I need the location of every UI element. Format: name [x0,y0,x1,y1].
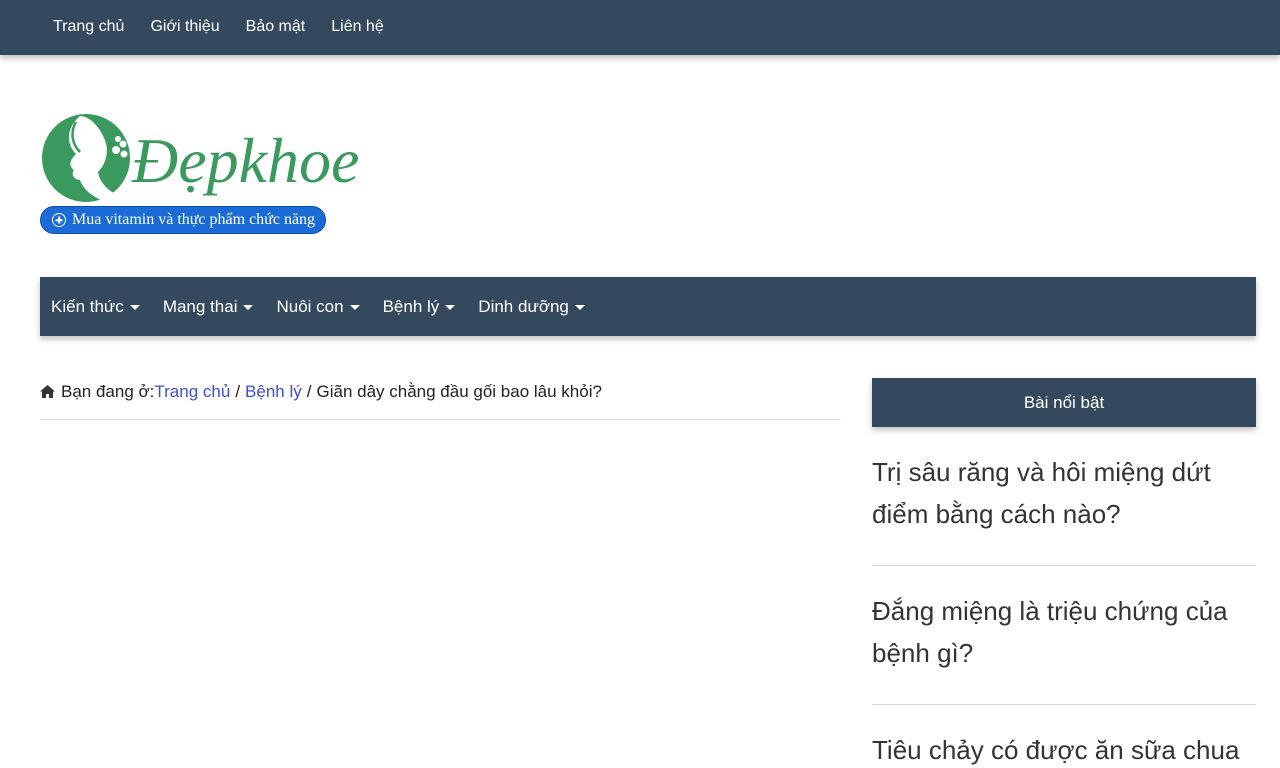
top-menu-contact[interactable]: Liên hệ [318,0,397,56]
nav-pregnancy-label: Mang thai [162,296,238,316]
shop-vitamin-button[interactable]: Mua vitamin và thực phẩm chức năng [40,206,327,234]
caret-down-icon [574,305,585,310]
sidebar-featured: Bài nổi bật Trị sâu răng và hôi miệng dứ… [872,378,1256,768]
caret-down-icon [445,305,456,310]
breadcrumb-category-link[interactable]: Bệnh lý [245,382,302,402]
nav-nutrition[interactable]: Dinh dưỡng [467,297,597,317]
top-menu-about[interactable]: Giới thiệu [137,0,232,56]
caret-down-icon [349,305,360,310]
breadcrumb: Bạn đang ở: Trang chủ / Bệnh lý / Giãn d… [40,382,841,420]
featured-post-link[interactable]: Đắng miệng là triệu chứng của bệnh gì? [872,566,1256,705]
featured-post-link[interactable]: Trị sâu răng và hôi miệng dứt điểm bằng … [872,427,1256,566]
breadcrumb-separator: / [306,382,312,401]
nav-diseases-label: Bệnh lý [382,296,440,316]
nav-pregnancy[interactable]: Mang thai [152,297,266,317]
home-icon [40,385,55,398]
top-menu-privacy[interactable]: Bảo mật [233,0,319,56]
featured-post-link[interactable]: Tiêu chảy có được ăn sữa chua [872,705,1256,768]
breadcrumb-home-link[interactable]: Trang chủ [154,382,230,402]
nav-knowledge[interactable]: Kiến thức [40,297,152,317]
nav-nutrition-label: Dinh dưỡng [478,296,569,316]
top-navbar: Trang chủ Giới thiệu Bảo mật Liên hệ [0,0,1280,55]
shop-vitamin-label: Mua vitamin và thực phẩm chức năng [72,211,316,228]
sidebar-title: Bài nổi bật [872,378,1256,427]
breadcrumb-current: Giãn dây chằng đầu gối bao lâu khỏi? [316,382,602,401]
nav-parenting[interactable]: Nuôi con [265,297,371,317]
site-logo[interactable]: Đẹpkhoe Mua vitamin và thực phẩm chức nă… [40,110,380,240]
logo-brand-text: Đẹpkhoe [131,125,359,196]
breadcrumb-separator: / [235,382,241,401]
caret-down-icon [243,305,254,310]
top-menu-home[interactable]: Trang chủ [40,0,137,56]
breadcrumb-prefix: Bạn đang ở: [61,382,155,401]
plus-circle-icon [52,213,66,227]
caret-down-icon [129,305,140,310]
nav-knowledge-label: Kiến thức [51,296,124,316]
main-navbar: Kiến thức Mang thai Nuôi con Bệnh lý Din… [40,277,1256,336]
nav-parenting-label: Nuôi con [276,296,344,316]
nav-diseases[interactable]: Bệnh lý [372,297,468,317]
logo-graphic: Đẹpkhoe [42,114,359,202]
